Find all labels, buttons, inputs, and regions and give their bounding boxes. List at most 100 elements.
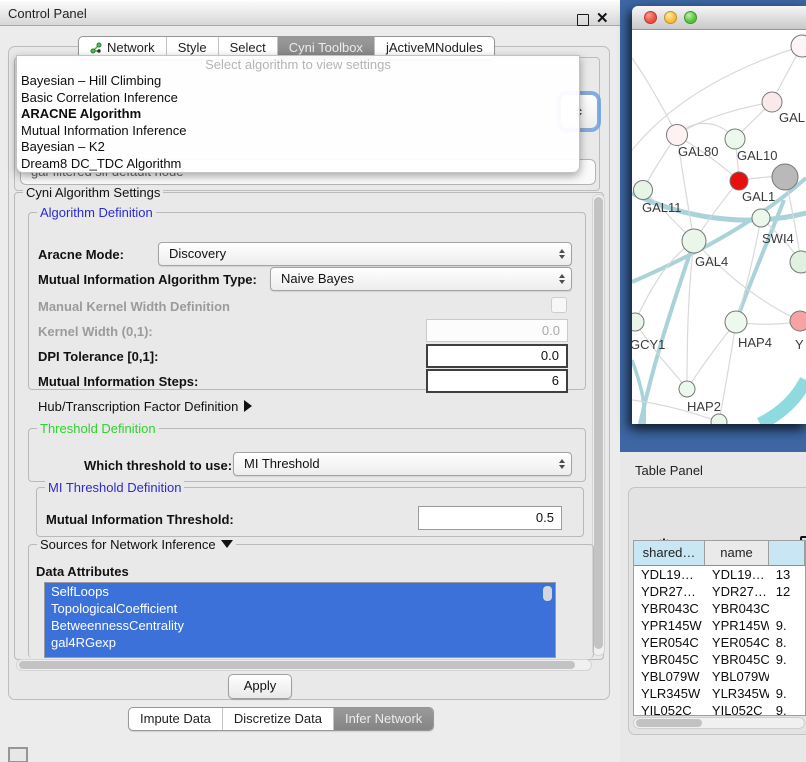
- network-node-label: GAL80: [678, 144, 718, 159]
- network-node-hap2[interactable]: [679, 381, 695, 397]
- table-cell: 9.: [769, 651, 805, 668]
- threshold-definition-title: Threshold Definition: [37, 421, 159, 436]
- network-canvas[interactable]: GALGAL80GAL10GAL1GAL11GAL4SWI4GCY1HAP4YH…: [632, 30, 806, 424]
- table-cell: YIL052C: [705, 702, 769, 716]
- table-cell: YER054C: [634, 634, 705, 651]
- tab-infer-network[interactable]: Infer Network: [333, 708, 433, 730]
- data-attributes-label: Data Attributes: [36, 564, 129, 579]
- table-column-header[interactable]: name: [705, 541, 769, 565]
- cyni-bottom-tabbar: Impute Data Discretize Data Infer Networ…: [128, 707, 434, 731]
- scrollbar-thumb[interactable]: [594, 197, 603, 649]
- manual-kernel-checkbox[interactable]: [551, 297, 567, 313]
- algorithm-option[interactable]: Bayesian – K2: [17, 139, 579, 156]
- table-body: YDL19…YDL19…13YDR27…YDR27…12YBR043CYBR04…: [634, 566, 805, 716]
- network-node-gal80[interactable]: [667, 125, 688, 146]
- mi-algorithm-type-combo[interactable]: Naive Bayes: [270, 267, 572, 291]
- network-node-label: Y: [795, 337, 804, 352]
- network-view-window: GALGAL80GAL10GAL1GAL11GAL4SWI4GCY1HAP4YH…: [632, 6, 806, 424]
- tab-discretize-data[interactable]: Discretize Data: [222, 708, 333, 730]
- table-header-row: shared…name: [634, 541, 805, 566]
- minimized-panel-icon[interactable]: [8, 747, 28, 762]
- algorithm-option[interactable]: Bayesian – Hill Climbing: [17, 73, 579, 90]
- close-traffic-light[interactable]: [644, 11, 657, 24]
- zoom-traffic-light[interactable]: [684, 11, 697, 24]
- float-panel-icon[interactable]: [577, 14, 589, 26]
- table-row[interactable]: YDR27…YDR27…12: [634, 583, 805, 600]
- data-attributes-list[interactable]: SelfLoopsTopologicalCoefficientBetweenne…: [44, 582, 556, 658]
- network-node-gal1[interactable]: [730, 172, 748, 190]
- network-node-swi4[interactable]: [752, 209, 770, 227]
- table-cell: YLR345W: [705, 685, 769, 702]
- network-node-gal4[interactable]: [682, 229, 706, 253]
- algorithm-option[interactable]: Mutual Information Inference: [17, 123, 579, 140]
- network-nodes[interactable]: [632, 35, 806, 424]
- table-cell: YDL19…: [634, 566, 705, 583]
- table-row[interactable]: YDL19…YDL19…13: [634, 566, 805, 583]
- network-node-label: GAL10: [737, 148, 777, 163]
- network-node-y[interactable]: [790, 311, 806, 331]
- table-column-header[interactable]: [769, 541, 805, 565]
- network-node-label: GAL1: [742, 189, 775, 204]
- network-node-hap4[interactable]: [725, 311, 747, 333]
- network-node-gal[interactable]: [762, 92, 782, 112]
- table-row[interactable]: YPR145WYPR145W9.: [634, 617, 805, 634]
- algorithm-option[interactable]: Dream8 DC_TDC Algorithm: [17, 156, 579, 173]
- network-icon: [90, 42, 102, 54]
- settings-horizontal-scrollbar[interactable]: [16, 659, 592, 671]
- apply-button[interactable]: Apply: [228, 674, 292, 699]
- aracne-mode-label: Aracne Mode:: [38, 247, 124, 262]
- data-attribute-item[interactable]: TopologicalCoefficient: [45, 600, 555, 617]
- network-window-titlebar[interactable]: [632, 6, 806, 30]
- expand-right-icon: [244, 400, 252, 412]
- hub-definition-toggle[interactable]: Hub/Transcription Factor Definition: [38, 399, 252, 414]
- network-node-gcy1[interactable]: [632, 313, 644, 331]
- network-node[interactable]: [791, 35, 806, 57]
- list-scrollbar-thumb[interactable]: [543, 586, 552, 601]
- cyni-settings-title: Cyni Algorithm Settings: [23, 185, 163, 200]
- table-horizontal-scrollbar[interactable]: [633, 717, 805, 729]
- table-row[interactable]: YBR043CYBR043C: [634, 600, 805, 617]
- dpi-tolerance-label: DPI Tolerance [0,1]:: [38, 349, 158, 364]
- table-row[interactable]: YBL079WYBL079W: [634, 668, 805, 685]
- network-node-gal11[interactable]: [634, 181, 653, 200]
- dpi-tolerance-field[interactable]: 0.0: [426, 344, 568, 368]
- algorithm-option[interactable]: Basic Correlation Inference: [17, 90, 579, 107]
- network-node-label: GAL11: [642, 200, 682, 215]
- table-cell: 9.: [769, 685, 805, 702]
- table-row[interactable]: YIL052CYIL052C9.: [634, 702, 805, 716]
- network-node-label: SWI4: [762, 231, 794, 246]
- data-attribute-item[interactable]: SelfLoops: [45, 583, 555, 600]
- table-cell: YPR145W: [634, 617, 705, 634]
- tab-impute-data[interactable]: Impute Data: [129, 708, 222, 730]
- table-cell: YBL079W: [634, 668, 705, 685]
- scrollbar-thumb[interactable]: [636, 719, 702, 727]
- scrollbar-thumb[interactable]: [19, 661, 575, 669]
- close-panel-icon[interactable]: ✕: [596, 9, 609, 27]
- data-attribute-item[interactable]: BetweennessCentrality: [45, 617, 555, 634]
- which-threshold-combo[interactable]: MI Threshold: [233, 452, 572, 476]
- minimize-traffic-light[interactable]: [664, 11, 677, 24]
- mi-steps-field[interactable]: 6: [426, 369, 568, 393]
- algorithm-option[interactable]: ARACNE Algorithm: [17, 106, 579, 123]
- table-row[interactable]: YLR345WYLR345W9.: [634, 685, 805, 702]
- network-node[interactable]: [772, 164, 798, 190]
- table-column-header[interactable]: shared…: [634, 541, 705, 565]
- network-node-label: HAP2: [687, 399, 721, 414]
- network-node-label: GAL4: [695, 254, 728, 269]
- sources-title[interactable]: Sources for Network Inference: [37, 537, 236, 552]
- network-node-gal10[interactable]: [725, 129, 745, 149]
- network-node-labels: GALGAL80GAL10GAL1GAL11GAL4SWI4GCY1HAP4YH…: [632, 110, 805, 414]
- aracne-mode-combo[interactable]: Discovery: [158, 242, 572, 266]
- mi-threshold-field[interactable]: 0.5: [418, 506, 562, 530]
- network-node[interactable]: [790, 251, 806, 273]
- node-attribute-table[interactable]: shared…name YDL19…YDL19…13YDR27…YDR27…12…: [633, 540, 806, 716]
- network-node[interactable]: [711, 414, 727, 424]
- table-row[interactable]: YBR045CYBR045C9.: [634, 651, 805, 668]
- data-attribute-item[interactable]: gal4RGexp: [45, 634, 555, 651]
- table-cell: YIL052C: [634, 702, 705, 716]
- kernel-width-field[interactable]: 0.0: [426, 319, 568, 342]
- mi-algorithm-type-label: Mutual Information Algorithm Type:: [38, 272, 257, 287]
- which-threshold-label: Which threshold to use:: [84, 458, 232, 473]
- table-cell: 9.: [769, 617, 805, 634]
- table-row[interactable]: YER054CYER054C8.: [634, 634, 805, 651]
